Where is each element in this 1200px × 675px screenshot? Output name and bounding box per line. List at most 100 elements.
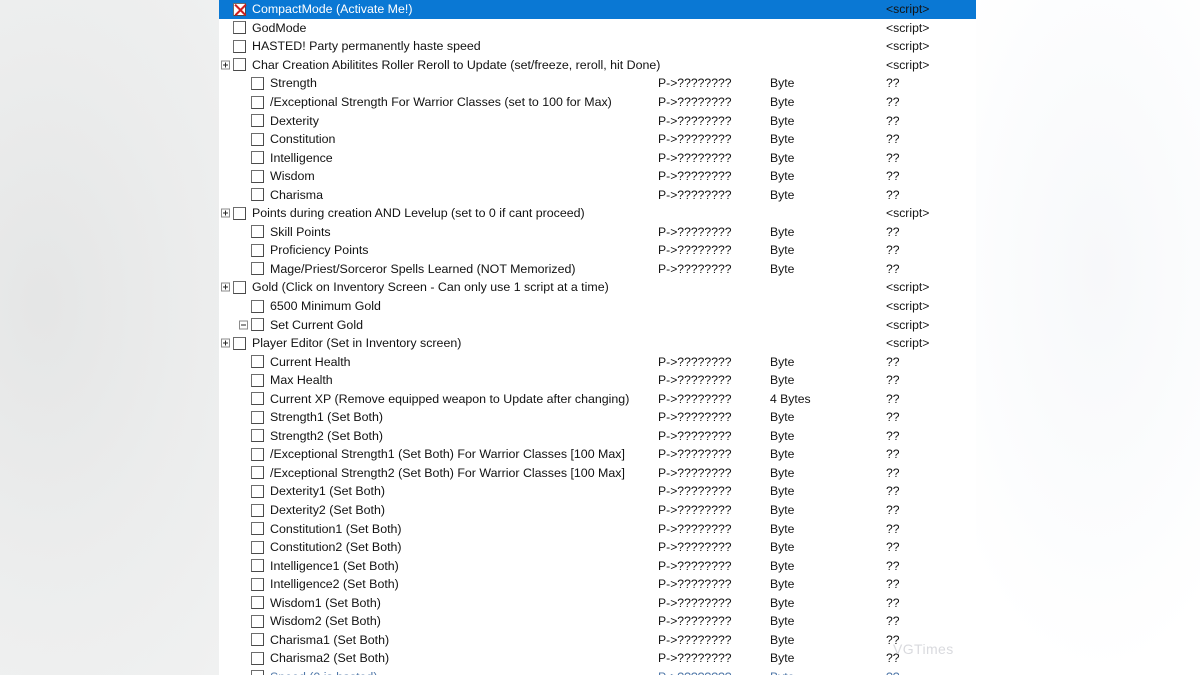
row-value[interactable]: ?? xyxy=(886,484,900,498)
checkbox-icon[interactable] xyxy=(251,76,264,90)
row-value[interactable]: ?? xyxy=(886,392,900,406)
row-script-marker[interactable]: <script> xyxy=(886,206,929,220)
row-address[interactable]: P->???????? xyxy=(658,373,732,387)
table-row[interactable]: Char Creation Abilitites Roller Reroll t… xyxy=(219,56,976,75)
checkbox-icon[interactable] xyxy=(251,355,264,369)
row-type[interactable]: Byte xyxy=(770,132,794,146)
row-address[interactable]: P->???????? xyxy=(658,540,732,554)
checkbox-icon[interactable] xyxy=(251,188,264,202)
row-type[interactable]: Byte xyxy=(770,651,794,665)
checkbox-icon[interactable] xyxy=(251,596,264,610)
row-type[interactable]: Byte xyxy=(770,95,794,109)
row-address[interactable]: P->???????? xyxy=(658,596,732,610)
row-value[interactable]: ?? xyxy=(886,76,900,90)
row-address[interactable]: P->???????? xyxy=(658,447,732,461)
row-address[interactable]: P->???????? xyxy=(658,577,732,591)
checkbox-icon[interactable] xyxy=(251,522,264,536)
row-type[interactable]: Byte xyxy=(770,355,794,369)
row-value[interactable]: ?? xyxy=(886,670,900,675)
row-address[interactable]: P->???????? xyxy=(658,614,732,628)
row-type[interactable]: Byte xyxy=(770,243,794,257)
row-script-marker[interactable]: <script> xyxy=(886,336,929,350)
row-value[interactable]: ?? xyxy=(886,466,900,480)
row-type[interactable]: Byte xyxy=(770,522,794,536)
table-row[interactable]: Current Health P->???????? Byte?? xyxy=(219,352,976,371)
checkbox-icon[interactable] xyxy=(251,670,264,675)
table-row[interactable]: Max Health P->???????? Byte?? xyxy=(219,371,976,390)
checkbox-icon[interactable] xyxy=(251,392,264,406)
checkbox-icon[interactable] xyxy=(251,373,264,387)
table-row[interactable]: Dexterity1 (Set Both) P->???????? Byte?? xyxy=(219,482,976,501)
checkbox-icon[interactable] xyxy=(251,651,264,665)
checkbox-icon[interactable] xyxy=(233,206,246,220)
checkbox-icon[interactable] xyxy=(233,280,246,294)
row-type[interactable]: Byte xyxy=(770,670,794,675)
table-row[interactable]: 6500 Minimum Gold <script> xyxy=(219,297,976,316)
row-address[interactable]: P->???????? xyxy=(658,169,732,183)
row-value[interactable]: ?? xyxy=(886,559,900,573)
checkbox-checked-icon[interactable] xyxy=(233,2,246,16)
checkbox-icon[interactable] xyxy=(251,484,264,498)
table-row[interactable]: Constitution P->???????? Byte?? xyxy=(219,130,976,149)
row-type[interactable]: Byte xyxy=(770,447,794,461)
checkbox-icon[interactable] xyxy=(233,58,246,72)
row-script-marker[interactable]: <script> xyxy=(886,299,929,313)
row-value[interactable]: ?? xyxy=(886,503,900,517)
table-row[interactable]: Intelligence1 (Set Both) P->???????? Byte?… xyxy=(219,556,976,575)
row-type[interactable]: Byte xyxy=(770,225,794,239)
table-row[interactable]: Constitution1 (Set Both) P->???????? Byte?… xyxy=(219,519,976,538)
table-row[interactable]: Skill Points P->???????? Byte?? xyxy=(219,223,976,242)
table-row[interactable]: Intelligence2 (Set Both) P->???????? Byte?… xyxy=(219,575,976,594)
checkbox-icon[interactable] xyxy=(233,39,246,53)
row-script-marker[interactable]: <script> xyxy=(886,280,929,294)
checkbox-icon[interactable] xyxy=(233,336,246,350)
row-value[interactable]: ?? xyxy=(886,114,900,128)
row-type[interactable]: Byte xyxy=(770,633,794,647)
row-address[interactable]: P->???????? xyxy=(658,484,732,498)
table-row[interactable]: Dexterity2 (Set Both) P->???????? Byte?? xyxy=(219,501,976,520)
table-row[interactable]: Set Current Gold <script> xyxy=(219,315,976,334)
table-row[interactable]: Speed (0 is hasted) P->???????? Byte?? xyxy=(219,668,976,675)
checkbox-icon[interactable] xyxy=(251,503,264,517)
row-script-marker[interactable]: <script> xyxy=(886,21,929,35)
table-row[interactable]: Current XP (Remove equipped weapon to Up… xyxy=(219,389,976,408)
table-row[interactable]: Charisma1 (Set Both) P->???????? Byte?? xyxy=(219,631,976,650)
row-value[interactable]: ?? xyxy=(886,373,900,387)
row-type[interactable]: Byte xyxy=(770,262,794,276)
row-address[interactable]: P->???????? xyxy=(658,410,732,424)
table-row[interactable]: Proficiency Points P->???????? Byte?? xyxy=(219,241,976,260)
table-row[interactable]: Points during creation AND Levelup (set … xyxy=(219,204,976,223)
checkbox-icon[interactable] xyxy=(251,132,264,146)
row-value[interactable]: ?? xyxy=(886,95,900,109)
expand-icon[interactable] xyxy=(221,208,230,218)
row-address[interactable]: P->???????? xyxy=(658,151,732,165)
table-row[interactable]: Wisdom1 (Set Both) P->???????? Byte?? xyxy=(219,594,976,613)
row-type[interactable]: Byte xyxy=(770,114,794,128)
row-value[interactable]: ?? xyxy=(886,596,900,610)
table-row[interactable]: Constitution2 (Set Both) P->???????? Byte?… xyxy=(219,538,976,557)
row-type[interactable]: Byte xyxy=(770,596,794,610)
checkbox-icon[interactable] xyxy=(251,466,264,480)
row-value[interactable]: ?? xyxy=(886,243,900,257)
row-type[interactable]: Byte xyxy=(770,429,794,443)
checkbox-icon[interactable] xyxy=(251,262,264,276)
checkbox-icon[interactable] xyxy=(251,95,264,109)
checkbox-icon[interactable] xyxy=(233,21,246,35)
table-row[interactable]: Charisma P->???????? Byte?? xyxy=(219,185,976,204)
expand-icon[interactable] xyxy=(221,60,230,70)
row-script-marker[interactable]: <script> xyxy=(886,318,929,332)
row-type[interactable]: 4 Bytes xyxy=(770,392,811,406)
table-row[interactable]: CompactMode (Activate Me!) <script> xyxy=(219,0,976,19)
row-type[interactable]: Byte xyxy=(770,577,794,591)
table-row[interactable]: Strength2 (Set Both) P->???????? Byte?? xyxy=(219,427,976,446)
row-value[interactable]: ?? xyxy=(886,188,900,202)
table-row[interactable]: /Exceptional Strength For Warrior Classe… xyxy=(219,93,976,112)
table-row[interactable]: HASTED! Party permanently haste speed <sc… xyxy=(219,37,976,56)
row-type[interactable]: Byte xyxy=(770,559,794,573)
row-value[interactable]: ?? xyxy=(886,151,900,165)
row-address[interactable]: P->???????? xyxy=(658,355,732,369)
row-value[interactable]: ?? xyxy=(886,355,900,369)
row-value[interactable]: ?? xyxy=(886,614,900,628)
expand-icon[interactable] xyxy=(221,338,230,348)
table-row[interactable]: Mage/Priest/Sorceror Spells Learned (NOT… xyxy=(219,260,976,279)
